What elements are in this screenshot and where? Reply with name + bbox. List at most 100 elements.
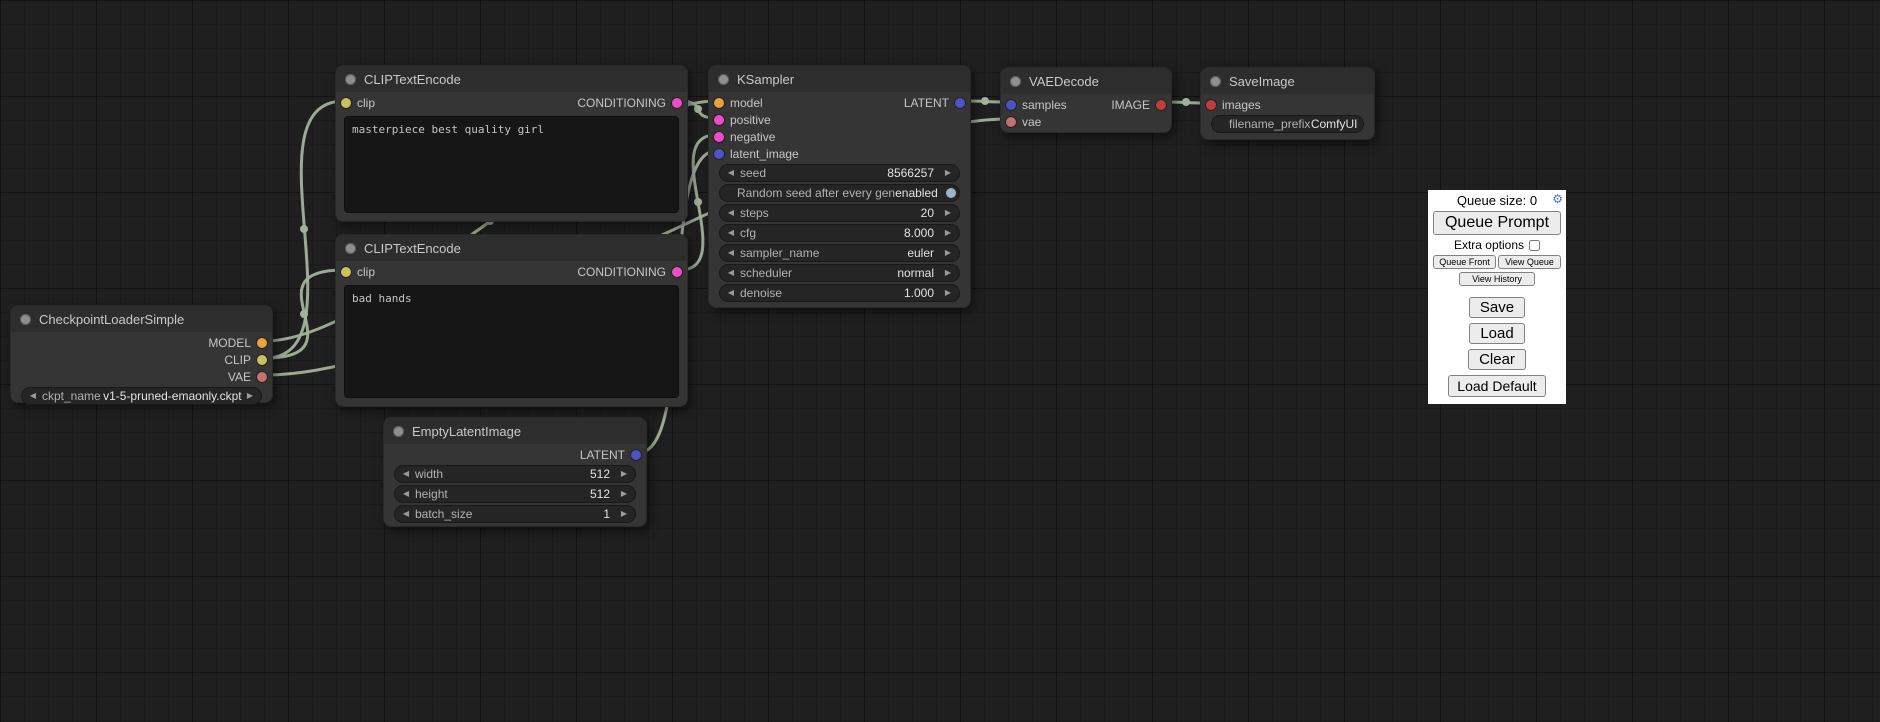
decrement-icon[interactable]: ◀ [725, 229, 737, 237]
collapse-dot-icon[interactable] [718, 74, 729, 85]
increment-icon[interactable]: ▶ [244, 392, 256, 400]
collapse-dot-icon[interactable] [345, 243, 356, 254]
increment-icon[interactable]: ▶ [942, 289, 954, 297]
slot-conditioning-output[interactable] [672, 267, 682, 277]
node-title-bar[interactable]: VAEDecode [1001, 68, 1171, 94]
increment-icon[interactable]: ▶ [942, 269, 954, 277]
load-default-button[interactable]: Load Default [1448, 375, 1545, 397]
node-title-bar[interactable]: KSampler [709, 66, 970, 92]
collapse-dot-icon[interactable] [393, 426, 404, 437]
clear-button[interactable]: Clear [1468, 349, 1526, 370]
widget-filename-prefix[interactable]: filename_prefix ComfyUI [1211, 115, 1364, 133]
widget-value: 512 [590, 467, 618, 481]
increment-icon[interactable]: ▶ [942, 169, 954, 177]
widget-height[interactable]: ◀ height 512 ▶ [394, 485, 636, 503]
node-title: CheckpointLoaderSimple [39, 312, 184, 327]
load-button[interactable]: Load [1469, 323, 1524, 344]
node-vae-decode[interactable]: VAEDecode samples IMAGE vae [1000, 67, 1172, 133]
widget-batch-size[interactable]: ◀ batch_size 1 ▶ [394, 505, 636, 523]
decrement-icon[interactable]: ◀ [725, 269, 737, 277]
widget-label: height [412, 487, 448, 501]
view-queue-button[interactable]: View Queue [1498, 255, 1561, 269]
collapse-dot-icon[interactable] [1010, 76, 1021, 87]
slot-samples-input[interactable] [1006, 100, 1016, 110]
node-save-image[interactable]: SaveImage images filename_prefix ComfyUI [1200, 67, 1375, 140]
increment-icon[interactable]: ▶ [942, 209, 954, 217]
node-title-bar[interactable]: CLIPTextEncode [336, 235, 687, 261]
widget-cfg[interactable]: ◀ cfg 8.000 ▶ [719, 224, 960, 242]
settings-gear-icon[interactable]: ⚙ [1552, 192, 1563, 206]
widget-steps[interactable]: ◀ steps 20 ▶ [719, 204, 960, 222]
decrement-icon[interactable]: ◀ [725, 249, 737, 257]
decrement-icon[interactable]: ◀ [725, 209, 737, 217]
collapse-dot-icon[interactable] [1210, 76, 1221, 87]
widget-value: v1-5-pruned-emaonly.ckpt [103, 389, 242, 403]
node-title-bar[interactable]: SaveImage [1201, 68, 1374, 94]
decrement-icon[interactable]: ◀ [725, 289, 737, 297]
link-midpoint-dot [981, 97, 989, 105]
toggle-dot-icon[interactable] [946, 188, 956, 198]
increment-icon[interactable]: ▶ [618, 470, 630, 478]
node-clip-text-encode-negative[interactable]: CLIPTextEncode clip CONDITIONING bad han… [335, 234, 688, 407]
slot-vae-output[interactable] [257, 372, 267, 382]
slot-conditioning-output[interactable] [672, 98, 682, 108]
decrement-icon[interactable]: ◀ [400, 490, 412, 498]
node-title-bar[interactable]: CheckpointLoaderSimple [11, 306, 272, 332]
widget-label: filename_prefix [1217, 117, 1310, 131]
queue-prompt-button[interactable]: Queue Prompt [1433, 211, 1561, 235]
slot-label-vae: VAE [228, 370, 251, 384]
increment-icon[interactable]: ▶ [942, 229, 954, 237]
slot-label-positive: positive [730, 113, 771, 127]
decrement-icon[interactable]: ◀ [400, 510, 412, 518]
widget-value: 20 [921, 206, 942, 220]
widget-width[interactable]: ◀ width 512 ▶ [394, 465, 636, 483]
slot-clip-output[interactable] [257, 355, 267, 365]
increment-icon[interactable]: ▶ [618, 510, 630, 518]
main-menu-panel: Queue size: 0 ⚙ Queue Prompt Extra optio… [1428, 190, 1566, 404]
slot-negative-input[interactable] [714, 132, 724, 142]
node-graph-canvas[interactable]: CheckpointLoaderSimple MODEL CLIP VAE ◀ … [0, 0, 1880, 722]
widget-ckpt-name[interactable]: ◀ ckpt_name v1-5-pruned-emaonly.ckpt ▶ [21, 387, 262, 405]
widget-value: 1.000 [904, 286, 942, 300]
widget-scheduler[interactable]: ◀ scheduler normal ▶ [719, 264, 960, 282]
slot-latent-image-input[interactable] [714, 149, 724, 159]
node-empty-latent-image[interactable]: EmptyLatentImage LATENT ◀ width 512 ▶ ◀ … [383, 417, 647, 527]
widget-sampler-name[interactable]: ◀ sampler_name euler ▶ [719, 244, 960, 262]
widget-denoise[interactable]: ◀ denoise 1.000 ▶ [719, 284, 960, 302]
extra-options-checkbox[interactable] [1529, 240, 1540, 251]
decrement-icon[interactable]: ◀ [725, 169, 737, 177]
widget-label: steps [737, 206, 769, 220]
collapse-dot-icon[interactable] [345, 74, 356, 85]
slot-positive-input[interactable] [714, 115, 724, 125]
slot-image-output[interactable] [1156, 100, 1166, 110]
collapse-dot-icon[interactable] [20, 314, 31, 325]
slot-clip-input[interactable] [341, 267, 351, 277]
view-history-button[interactable]: View History [1459, 272, 1535, 286]
save-button[interactable]: Save [1469, 297, 1525, 318]
node-title-bar[interactable]: CLIPTextEncode [336, 66, 687, 92]
node-clip-text-encode-positive[interactable]: CLIPTextEncode clip CONDITIONING masterp… [335, 65, 688, 222]
node-checkpoint-loader-simple[interactable]: CheckpointLoaderSimple MODEL CLIP VAE ◀ … [10, 305, 273, 403]
slot-vae-input[interactable] [1006, 117, 1016, 127]
positive-prompt-textarea[interactable]: masterpiece best quality girl [344, 116, 679, 213]
slot-label-clip: clip [357, 96, 375, 110]
negative-prompt-textarea[interactable]: bad hands [344, 285, 679, 398]
increment-icon[interactable]: ▶ [942, 249, 954, 257]
widget-seed[interactable]: ◀ seed 8566257 ▶ [719, 164, 960, 182]
queue-size-row: Queue size: 0 ⚙ [1433, 192, 1561, 208]
slot-clip-input[interactable] [341, 98, 351, 108]
widget-label: seed [737, 166, 766, 180]
node-ksampler[interactable]: KSampler model LATENT positive negative [708, 65, 971, 308]
slot-model-input[interactable] [714, 98, 724, 108]
widget-random-seed-toggle[interactable]: Random seed after every gen enabled [719, 184, 960, 202]
increment-icon[interactable]: ▶ [618, 490, 630, 498]
slot-label-conditioning: CONDITIONING [577, 96, 666, 110]
queue-front-button[interactable]: Queue Front [1433, 255, 1496, 269]
slot-images-input[interactable] [1206, 100, 1216, 110]
slot-latent-output[interactable] [955, 98, 965, 108]
slot-latent-output[interactable] [631, 450, 641, 460]
decrement-icon[interactable]: ◀ [400, 470, 412, 478]
node-title-bar[interactable]: EmptyLatentImage [384, 418, 646, 444]
decrement-icon[interactable]: ◀ [27, 392, 39, 400]
slot-model-output[interactable] [257, 338, 267, 348]
